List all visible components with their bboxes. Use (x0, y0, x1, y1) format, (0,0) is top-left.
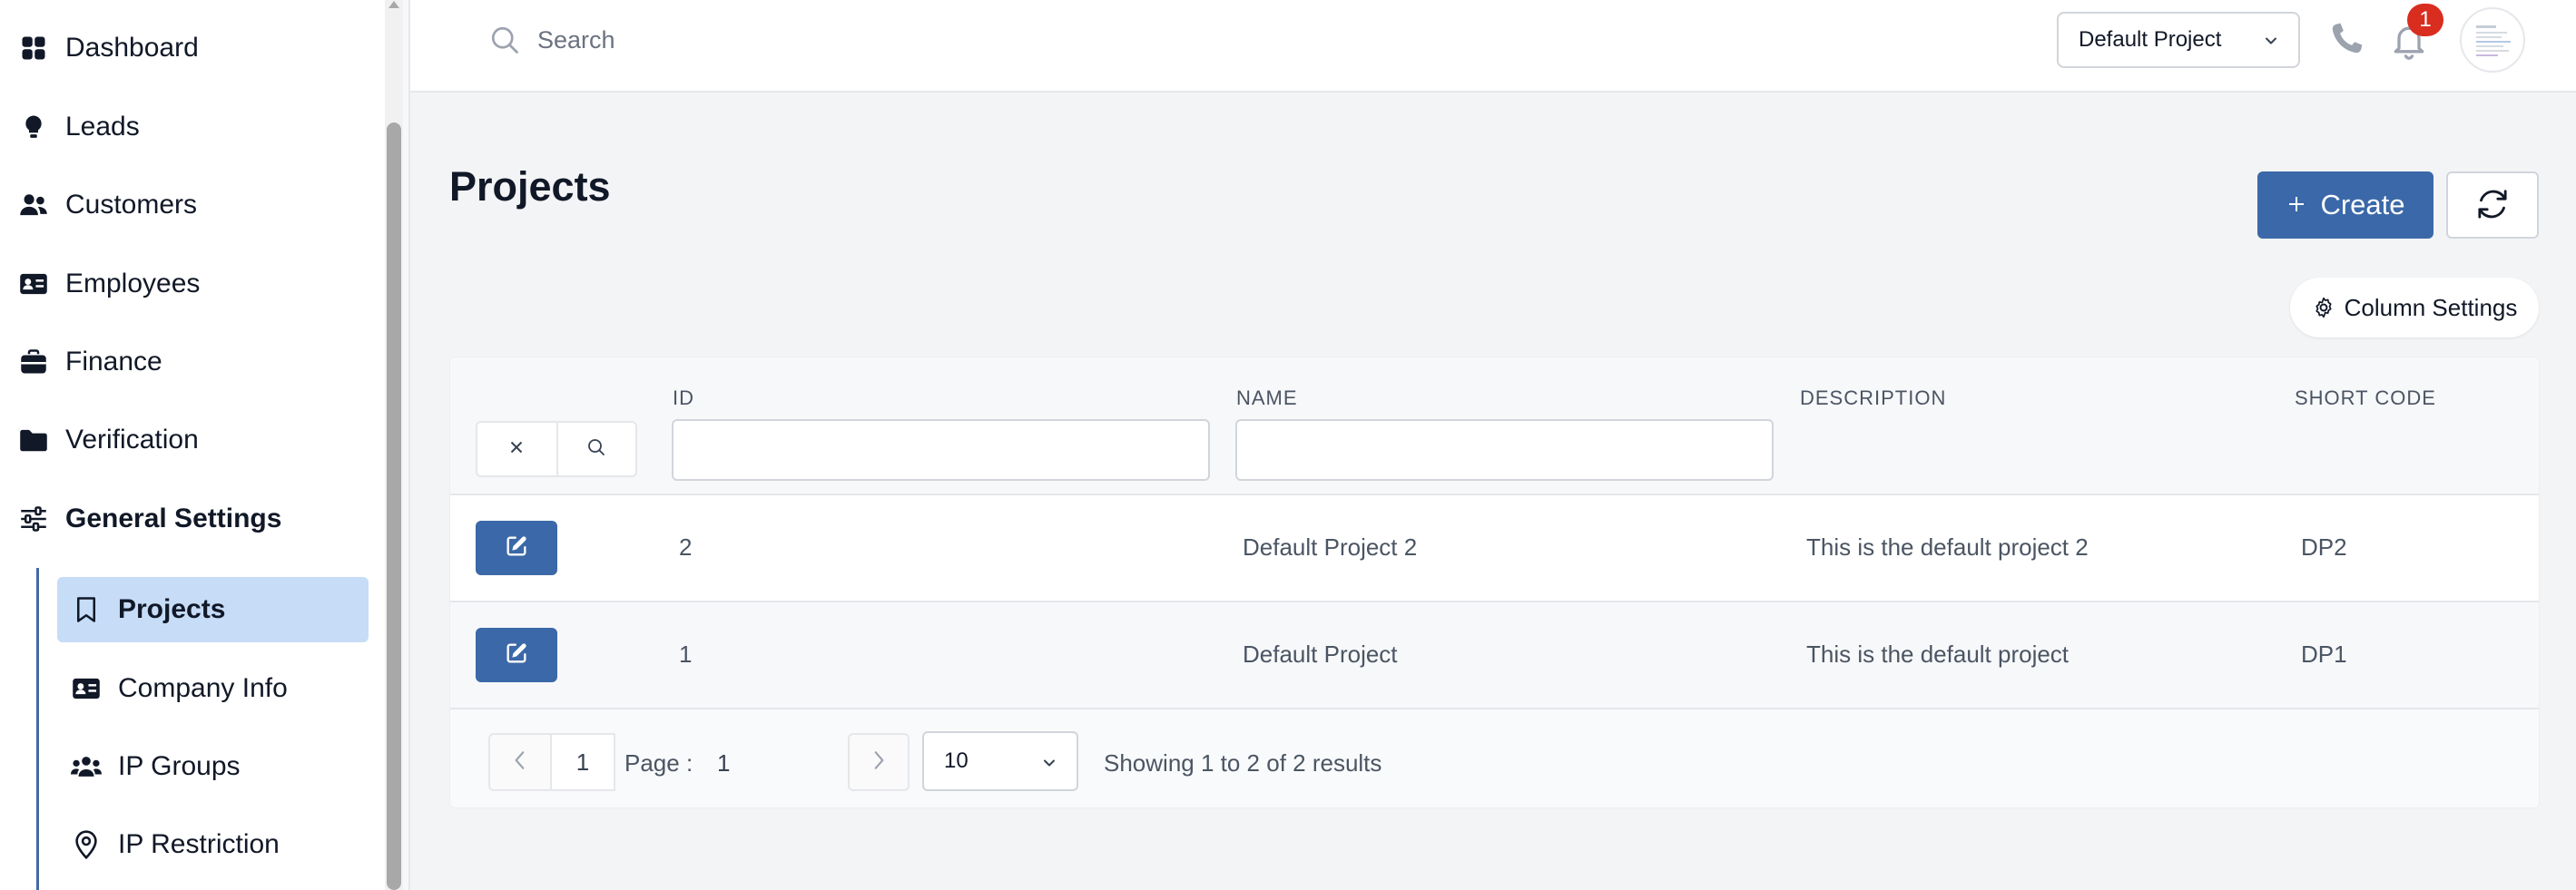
sidebar-item-label: IP Groups (118, 751, 241, 781)
id-filter-input[interactable] (672, 419, 1210, 481)
cell-id: 2 (679, 533, 693, 561)
sidebar-item-dashboard[interactable]: Dashboard (18, 21, 199, 75)
sidebar-item-label: Dashboard (65, 33, 199, 63)
chevron-down-icon (2262, 31, 2280, 56)
sidebar-subitem-projects[interactable]: Projects (57, 577, 369, 642)
sidebar-item-label: IP Restriction (118, 829, 280, 859)
cell-short-code: DP1 (2301, 641, 2347, 668)
next-page-button[interactable] (848, 733, 909, 791)
gear-icon (2312, 296, 2335, 319)
projects-table: ID NAME DESCRIPTION SHORT CODE 2 Default… (449, 357, 2540, 808)
sliders-icon (18, 504, 49, 534)
page-number-input[interactable]: 1 (550, 733, 615, 791)
refresh-button[interactable] (2446, 171, 2539, 239)
cell-id: 1 (679, 641, 693, 668)
clear-filter-button[interactable] (477, 423, 556, 475)
cell-name: Default Project 2 (1243, 533, 1418, 561)
sidebar-item-label: Customers (65, 190, 198, 220)
cell-description: This is the default project (1806, 641, 2070, 668)
page-label: Page : (624, 749, 693, 777)
submenu-divider (36, 568, 39, 890)
edit-button[interactable] (476, 521, 557, 575)
users-icon (71, 751, 102, 782)
cell-description: This is the default project 2 (1806, 533, 2089, 561)
create-button-label: Create (2320, 189, 2405, 220)
sidebar-item-verification[interactable]: Verification (18, 413, 199, 467)
table-row: 2 Default Project 2 This is the default … (450, 495, 2539, 602)
sidebar-scrollbar-thumb[interactable] (387, 122, 401, 890)
results-summary: Showing 1 to 2 of 2 results (1104, 749, 1382, 777)
dashboard-icon (18, 33, 49, 64)
apply-filter-button[interactable] (556, 423, 635, 475)
folder-icon (18, 425, 49, 455)
sidebar: Dashboard Leads Customers Employees Fina… (0, 0, 385, 890)
map-pin-icon (71, 829, 102, 860)
scroll-up-icon[interactable] (387, 0, 401, 11)
search-input[interactable] (537, 18, 1173, 62)
page-size-value: 10 (944, 748, 968, 773)
sidebar-item-customers[interactable]: Customers (18, 178, 197, 232)
previous-page-button[interactable] (488, 733, 550, 791)
search-icon (488, 24, 521, 56)
pagination: 1 Page : 1 10 Showing 1 to 2 of 2 result… (450, 709, 2539, 807)
create-button[interactable]: Create (2257, 171, 2433, 239)
users-icon (18, 190, 49, 220)
sidebar-subitem-company-info[interactable]: Company Info (57, 656, 369, 721)
lightbulb-icon (18, 112, 49, 142)
id-card-icon (18, 269, 49, 299)
column-header-short-code: SHORT CODE (2295, 386, 2436, 409)
phone-icon[interactable] (2325, 20, 2365, 60)
sidebar-item-leads[interactable]: Leads (18, 100, 140, 154)
page-size-select[interactable]: 10 (922, 731, 1078, 791)
edit-button[interactable] (476, 628, 557, 682)
sidebar-border (403, 0, 410, 890)
notification-badge: 1 (2407, 4, 2443, 36)
avatar[interactable] (2460, 7, 2525, 73)
sidebar-item-label: Projects (118, 594, 226, 624)
column-settings-label: Column Settings (2344, 293, 2518, 321)
sidebar-item-employees[interactable]: Employees (18, 257, 200, 311)
chevron-left-icon (510, 748, 530, 777)
cell-name: Default Project (1243, 641, 1398, 668)
column-settings-button[interactable]: Column Settings (2290, 278, 2539, 337)
bookmark-icon (71, 594, 102, 625)
chevron-down-icon (1040, 753, 1058, 778)
page-title: Projects (449, 163, 611, 210)
sidebar-item-label: Company Info (118, 673, 288, 703)
sidebar-item-label: Verification (65, 425, 199, 455)
column-header-name: NAME (1236, 386, 1298, 409)
refresh-icon (2474, 186, 2511, 225)
sidebar-item-label: Leads (65, 112, 140, 142)
close-icon (506, 437, 526, 462)
project-select-value: Default Project (2079, 27, 2222, 52)
column-header-id: ID (673, 386, 694, 409)
cell-short-code: DP2 (2301, 533, 2347, 561)
sidebar-item-label: Employees (65, 269, 201, 298)
briefcase-icon (18, 347, 49, 377)
sidebar-subitem-ip-restriction[interactable]: IP Restriction (57, 812, 369, 877)
edit-icon (504, 533, 529, 563)
plus-icon (2286, 188, 2307, 223)
id-card-icon (71, 673, 102, 704)
top-bar: Default Project 1 (410, 0, 2576, 93)
filter-actions (476, 421, 637, 477)
column-header-description: DESCRIPTION (1800, 386, 1947, 409)
table-row: 1 Default Project This is the default pr… (450, 602, 2539, 709)
sidebar-item-general-settings[interactable]: General Settings (18, 492, 281, 546)
search-icon (585, 436, 607, 463)
name-filter-input[interactable] (1235, 419, 1774, 481)
table-header: ID NAME DESCRIPTION SHORT CODE (450, 357, 2539, 495)
sidebar-item-label: Finance (65, 347, 162, 377)
project-select[interactable]: Default Project (2057, 12, 2300, 68)
edit-icon (504, 641, 529, 670)
sidebar-subitem-ip-groups[interactable]: IP Groups (57, 734, 369, 799)
sidebar-item-finance[interactable]: Finance (18, 335, 162, 389)
current-page: 1 (717, 749, 731, 777)
chevron-right-icon (869, 748, 889, 777)
sidebar-item-label: General Settings (65, 504, 282, 533)
